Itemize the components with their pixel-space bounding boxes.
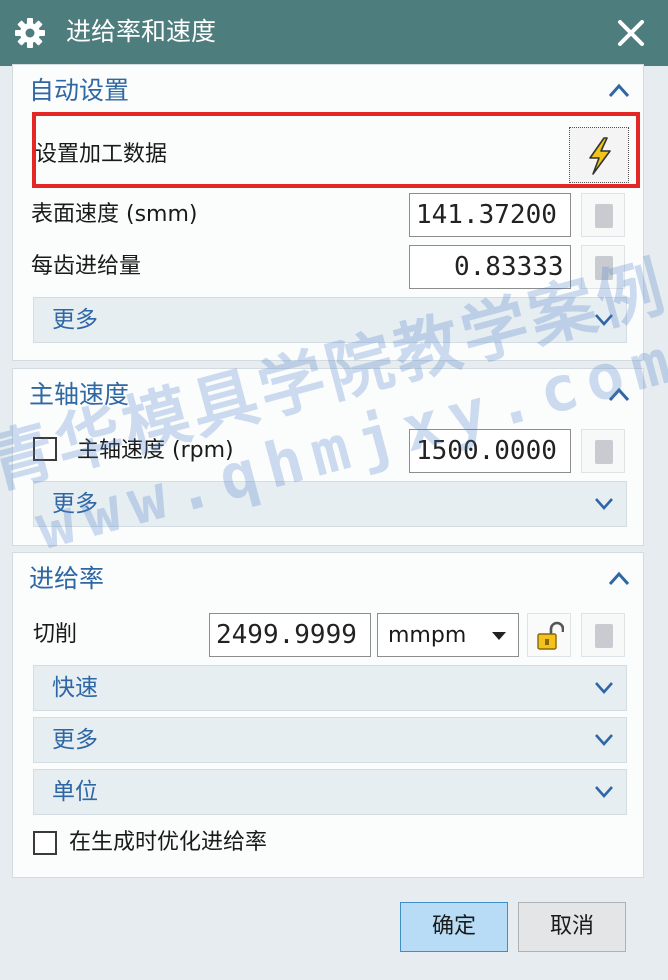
cancel-button[interactable]: 取消 [518, 902, 626, 952]
set-data-button[interactable] [569, 127, 629, 183]
feed-per-tooth-calc-button[interactable] [581, 245, 625, 289]
cut-label: 切削 [33, 622, 78, 647]
surface-speed-label: 表面速度 (smm) [31, 202, 198, 227]
surface-speed-calc-button[interactable] [581, 193, 625, 237]
feed-more-bar[interactable]: 更多 [33, 717, 627, 763]
spindle-title: 主轴速度 [29, 380, 130, 409]
rapid-label: 快速 [52, 675, 98, 701]
cut-feed-calc-button[interactable] [581, 613, 625, 657]
more-label: 更多 [52, 727, 98, 753]
optimize-feed-checkbox[interactable] [33, 831, 57, 855]
feed-per-tooth-label: 每齿进给量 [31, 254, 142, 279]
rapid-bar[interactable]: 快速 [33, 665, 627, 711]
spindle-speed-label: 主轴速度 (rpm) [77, 438, 234, 463]
set-data-label: 设置加工数据 [35, 142, 168, 167]
optimize-feed-label: 在生成时优化进给率 [69, 830, 268, 855]
dropdown-arrow-icon [492, 632, 506, 640]
spindle-speed-checkbox[interactable] [33, 437, 57, 461]
document-icon [595, 204, 613, 228]
document-icon [595, 440, 613, 464]
spindle-panel: 主轴速度 主轴速度 (rpm) 1500.0000 更多 [12, 368, 644, 546]
chevron-down-icon [595, 498, 613, 510]
collapse-chevron-icon[interactable] [607, 569, 631, 587]
chevron-down-icon [595, 314, 613, 326]
feed-per-tooth-input[interactable]: 0.83333 [409, 245, 571, 289]
document-icon [595, 624, 613, 648]
auto-settings-more-bar[interactable]: 更多 [33, 297, 627, 343]
feed-unit-value: mmpm [388, 623, 467, 648]
feed-unit-select[interactable]: mmpm [377, 613, 519, 657]
spindle-speed-calc-button[interactable] [581, 429, 625, 473]
more-label: 更多 [52, 491, 98, 517]
ok-button[interactable]: 确定 [400, 902, 508, 952]
feed-rate-panel: 进给率 切削 2499.9999 mmpm 快速 更多 单位 在生成时优化进给率 [12, 552, 644, 878]
gear-icon[interactable] [14, 17, 46, 49]
chevron-down-icon [595, 786, 613, 798]
unlock-icon [537, 621, 564, 650]
document-icon [595, 256, 613, 280]
units-label: 单位 [52, 779, 98, 805]
collapse-chevron-icon[interactable] [607, 81, 631, 99]
close-icon[interactable] [616, 18, 646, 48]
feed-rate-title: 进给率 [29, 564, 105, 593]
window-title: 进给率和速度 [66, 17, 217, 46]
title-bar: 进给率和速度 [0, 0, 668, 66]
chevron-down-icon [595, 734, 613, 746]
lock-toggle-button[interactable] [527, 613, 571, 657]
auto-settings-title: 自动设置 [29, 76, 130, 105]
chevron-down-icon [595, 682, 613, 694]
more-label: 更多 [52, 307, 98, 333]
collapse-chevron-icon[interactable] [607, 385, 631, 403]
spindle-more-bar[interactable]: 更多 [33, 481, 627, 527]
auto-settings-panel: 自动设置 设置加工数据 表面速度 (smm) 141.37200 每齿进给量 0… [12, 64, 644, 361]
cut-feed-input[interactable]: 2499.9999 [209, 613, 371, 657]
spindle-speed-input[interactable]: 1500.0000 [409, 429, 571, 473]
surface-speed-input[interactable]: 141.37200 [409, 193, 571, 237]
units-bar[interactable]: 单位 [33, 769, 627, 815]
lightning-icon [589, 137, 611, 175]
